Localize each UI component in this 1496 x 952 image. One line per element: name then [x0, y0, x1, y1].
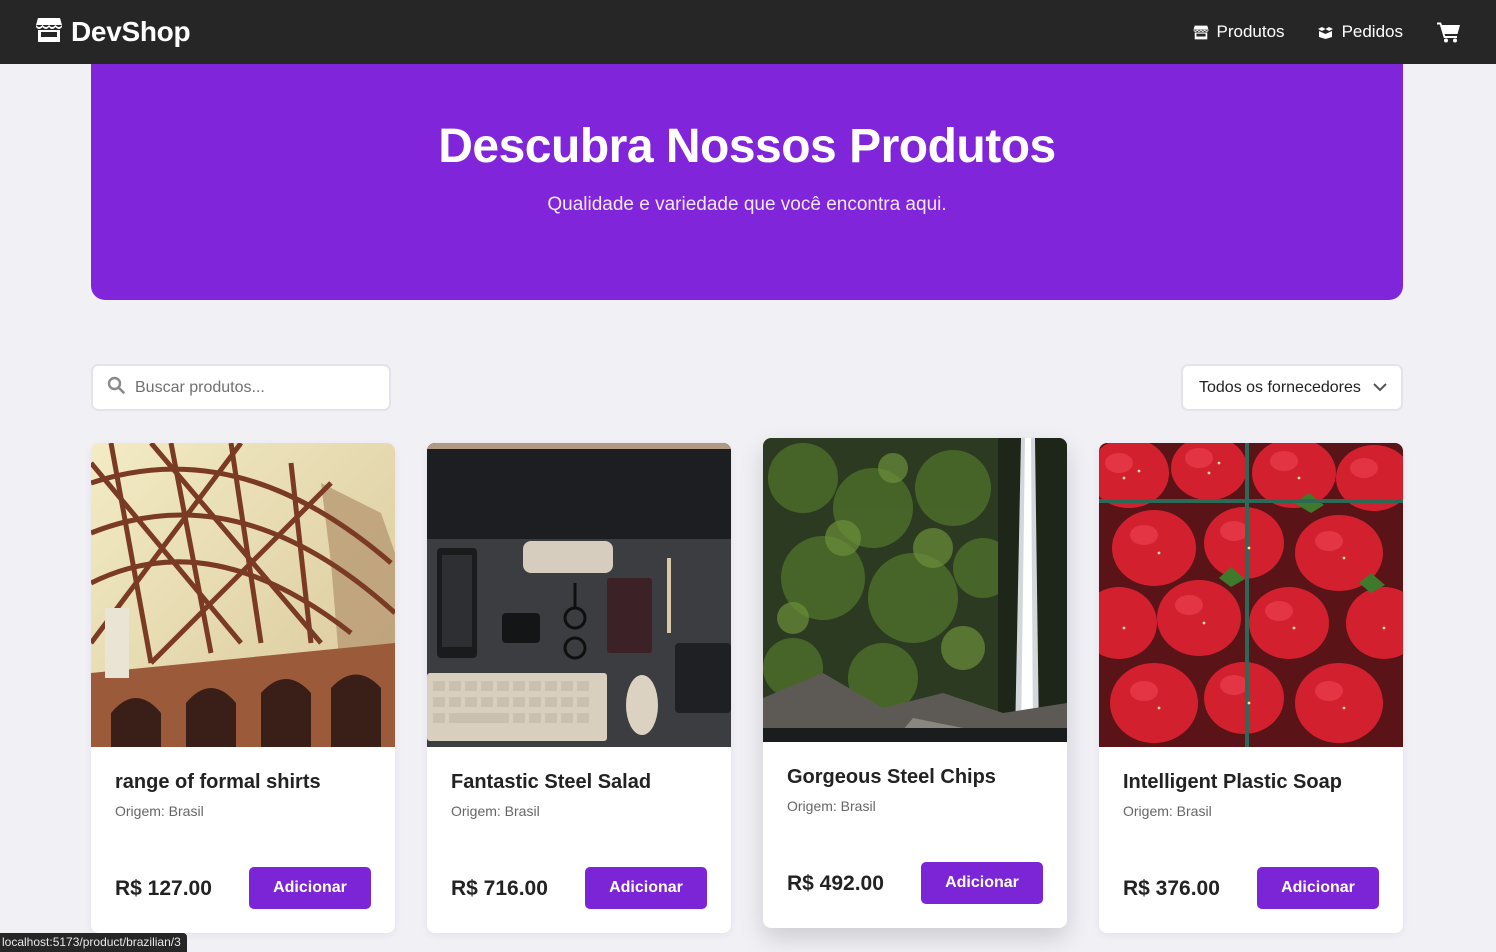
product-origin: Origem: Brasil [1123, 803, 1212, 819]
product-card[interactable]: Intelligent Plastic Soap Origem: Brasil … [1099, 443, 1403, 933]
product-card[interactable]: Gorgeous Steel Chips Origem: Brasil R$ 4… [763, 438, 1067, 928]
add-to-cart-button[interactable]: Adicionar [585, 867, 707, 909]
add-to-cart-button[interactable]: Adicionar [1257, 867, 1379, 909]
product-origin: Origem: Brasil [115, 803, 204, 819]
cart-button[interactable] [1437, 21, 1461, 43]
cart-icon [1437, 21, 1461, 43]
hero-banner: Descubra Nossos Produtos Qualidade e var… [91, 64, 1403, 300]
product-origin: Origem: Brasil [451, 803, 540, 819]
hero-title: Descubra Nossos Produtos [438, 120, 1056, 173]
product-price: R$ 127.00 [115, 877, 212, 900]
nav-link-produtos[interactable]: Produtos [1193, 22, 1285, 42]
product-price: R$ 376.00 [1123, 877, 1220, 900]
product-image-bridge [91, 443, 395, 747]
box-icon [1317, 26, 1334, 39]
search-box[interactable] [91, 364, 391, 411]
product-image-desk [427, 443, 731, 747]
chevron-down-icon [1373, 380, 1387, 399]
nav-link-label: Pedidos [1341, 22, 1403, 41]
brand-logo[interactable]: DevShop [35, 16, 191, 48]
store-icon [35, 17, 63, 48]
nav-link-pedidos[interactable]: Pedidos [1317, 22, 1403, 42]
product-image-strawberries [1099, 443, 1403, 747]
product-origin: Origem: Brasil [787, 798, 876, 814]
product-card[interactable]: range of formal shirts Origem: Brasil R$… [91, 443, 395, 933]
supplier-select[interactable]: Todos os fornecedores [1181, 364, 1403, 411]
product-name: Intelligent Plastic Soap [1123, 771, 1342, 793]
hero-subtitle: Qualidade e variedade que você encontra … [547, 194, 947, 215]
product-card[interactable]: Fantastic Steel Salad Origem: Brasil R$ … [427, 443, 731, 933]
product-name: Fantastic Steel Salad [451, 771, 652, 793]
product-name: range of formal shirts [115, 771, 321, 793]
status-bar-url: localhost:5173/product/brazilian/3 [0, 933, 187, 952]
add-to-cart-button[interactable]: Adicionar [921, 862, 1043, 904]
product-image-waterfall [763, 438, 1067, 742]
search-icon [107, 376, 125, 399]
top-navbar: DevShop Produtos Pedidos [0, 0, 1496, 64]
supplier-select-value: Todos os fornecedores [1199, 378, 1361, 396]
product-price: R$ 492.00 [787, 872, 884, 895]
search-input[interactable] [135, 378, 365, 397]
add-to-cart-button[interactable]: Adicionar [249, 867, 371, 909]
product-price: R$ 716.00 [451, 877, 548, 900]
store-icon [1193, 25, 1209, 40]
product-name: Gorgeous Steel Chips [787, 766, 996, 788]
brand-name: DevShop [71, 16, 191, 47]
nav-link-label: Produtos [1216, 22, 1285, 41]
